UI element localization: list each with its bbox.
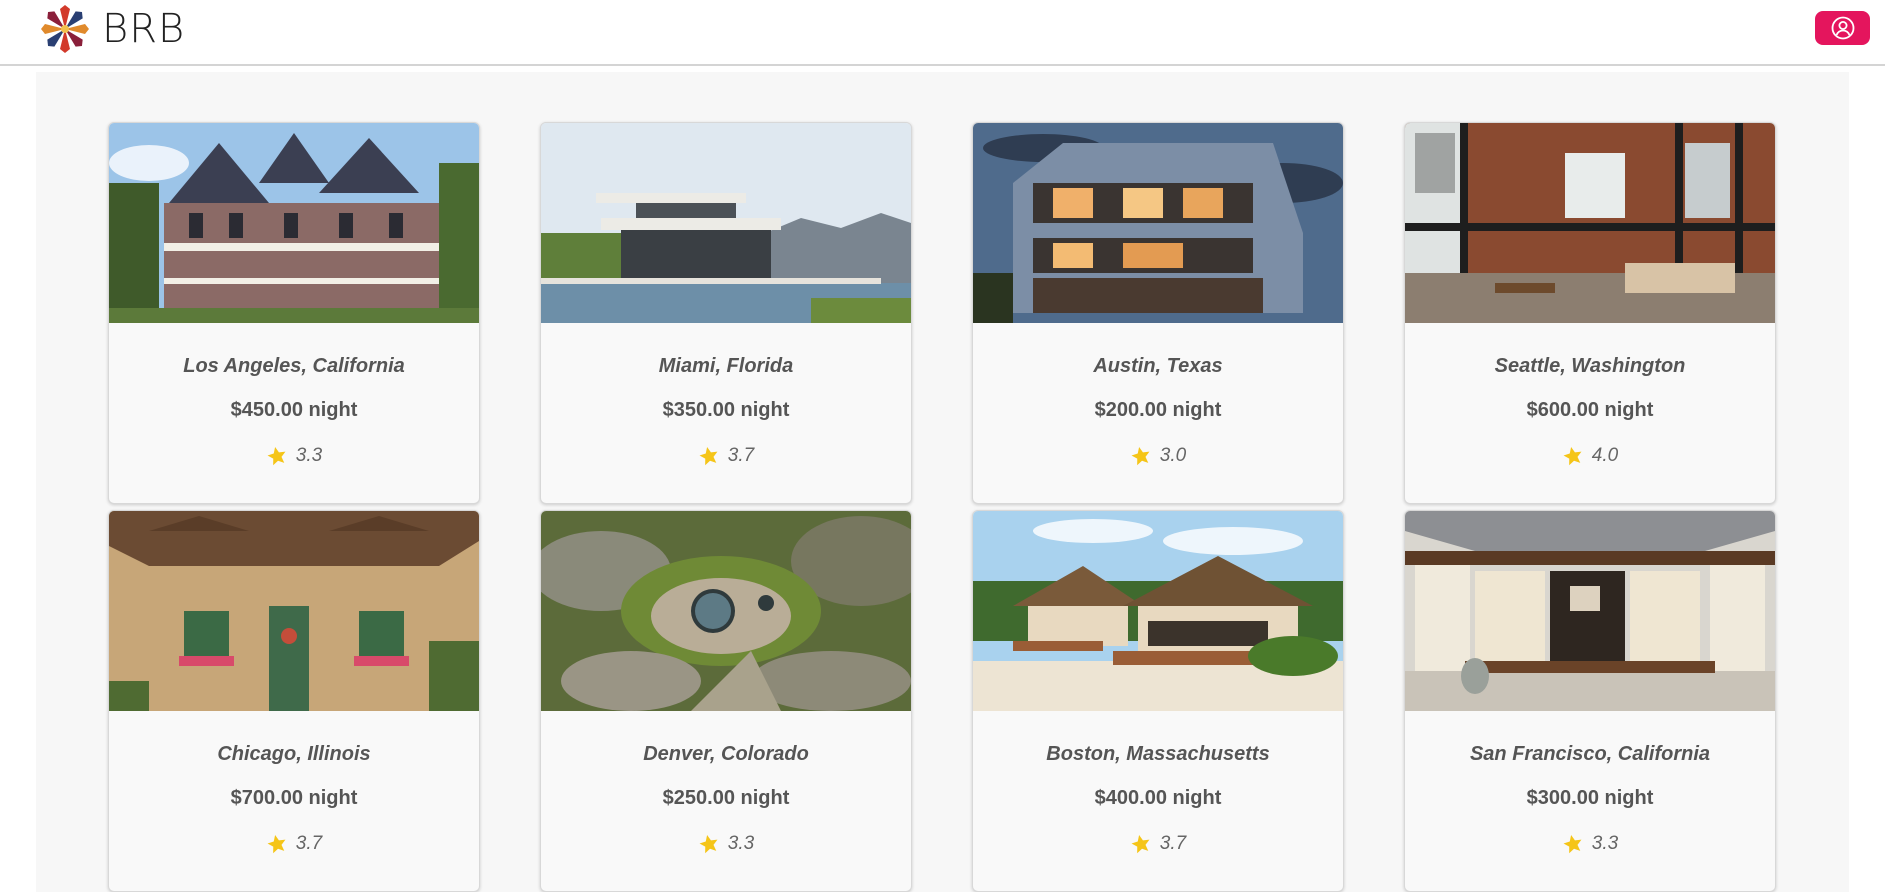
star-icon <box>1563 447 1582 466</box>
listing-photo <box>973 123 1343 323</box>
listing-rating: 3.3 <box>109 445 479 467</box>
listing-location: Boston, Massachusetts <box>1046 743 1270 765</box>
listing-price: $600.00 night <box>1526 399 1654 421</box>
user-icon <box>1831 16 1854 40</box>
listing-card[interactable]: Seattle, Washington $600.00 night 4.0 <box>1404 122 1776 504</box>
star-icon <box>1563 835 1582 854</box>
listing-rating: 3.7 <box>541 445 911 467</box>
top-bar: BRB <box>0 0 1885 66</box>
rating-value: 3.7 <box>295 833 323 854</box>
listing-location: Austin, Texas <box>1093 355 1223 377</box>
star-icon <box>1131 447 1150 466</box>
listing-price: $250.00 night <box>662 787 790 809</box>
listing-photo <box>109 511 479 711</box>
rating-value: 3.7 <box>727 445 755 466</box>
listing-rating: 3.7 <box>109 833 479 855</box>
listing-rating: 3.0 <box>973 445 1343 467</box>
listing-rating: 3.3 <box>541 833 911 855</box>
listing-location: Denver, Colorado <box>643 743 809 765</box>
rating-value: 3.0 <box>1159 445 1187 466</box>
listing-photo <box>541 511 911 711</box>
rating-value: 4.0 <box>1591 445 1619 466</box>
star-icon <box>699 835 718 854</box>
brand-name: BRB <box>102 6 186 52</box>
listing-location: San Francisco, California <box>1469 743 1711 765</box>
listings-area: Los Angeles, California $450.00 night 3.… <box>36 72 1849 892</box>
listing-photo <box>109 123 479 323</box>
listing-price: $400.00 night <box>1094 787 1222 809</box>
flower-logo-icon <box>41 5 89 53</box>
rating-value: 3.3 <box>727 833 755 854</box>
listing-photo <box>973 511 1343 711</box>
listing-price: $300.00 night <box>1526 787 1654 809</box>
brand-logo[interactable]: BRB <box>40 4 185 54</box>
listing-rating: 3.3 <box>1405 833 1775 855</box>
listing-photo <box>1405 511 1775 711</box>
listing-photo <box>541 123 911 323</box>
star-icon <box>267 835 286 854</box>
rating-value: 3.3 <box>1591 833 1619 854</box>
listing-card[interactable]: Chicago, Illinois $700.00 night 3.7 <box>108 510 480 892</box>
listing-card[interactable]: Los Angeles, California $450.00 night 3.… <box>108 122 480 504</box>
listing-card[interactable]: Miami, Florida $350.00 night 3.7 <box>540 122 912 504</box>
listing-location: Chicago, Illinois <box>217 743 371 765</box>
star-icon <box>1131 835 1150 854</box>
listing-price: $200.00 night <box>1094 399 1222 421</box>
listing-rating: 3.7 <box>973 833 1343 855</box>
listing-location: Los Angeles, California <box>183 355 405 377</box>
star-icon <box>267 447 286 466</box>
listing-photo <box>1405 123 1775 323</box>
listing-card[interactable]: Boston, Massachusetts $400.00 night 3.7 <box>972 510 1344 892</box>
listing-location: Seattle, Washington <box>1494 355 1686 377</box>
rating-value: 3.3 <box>295 445 323 466</box>
rating-value: 3.7 <box>1159 833 1187 854</box>
listing-rating: 4.0 <box>1405 445 1775 467</box>
listing-price: $350.00 night <box>662 399 790 421</box>
listing-card[interactable]: Austin, Texas $200.00 night 3.0 <box>972 122 1344 504</box>
listing-location: Miami, Florida <box>658 355 794 377</box>
listing-price: $450.00 night <box>230 399 358 421</box>
listing-card[interactable]: Denver, Colorado $250.00 night 3.3 <box>540 510 912 892</box>
listing-card[interactable]: San Francisco, California $300.00 night … <box>1404 510 1776 892</box>
user-menu-button[interactable] <box>1815 11 1870 45</box>
listing-price: $700.00 night <box>230 787 358 809</box>
star-icon <box>699 447 718 466</box>
